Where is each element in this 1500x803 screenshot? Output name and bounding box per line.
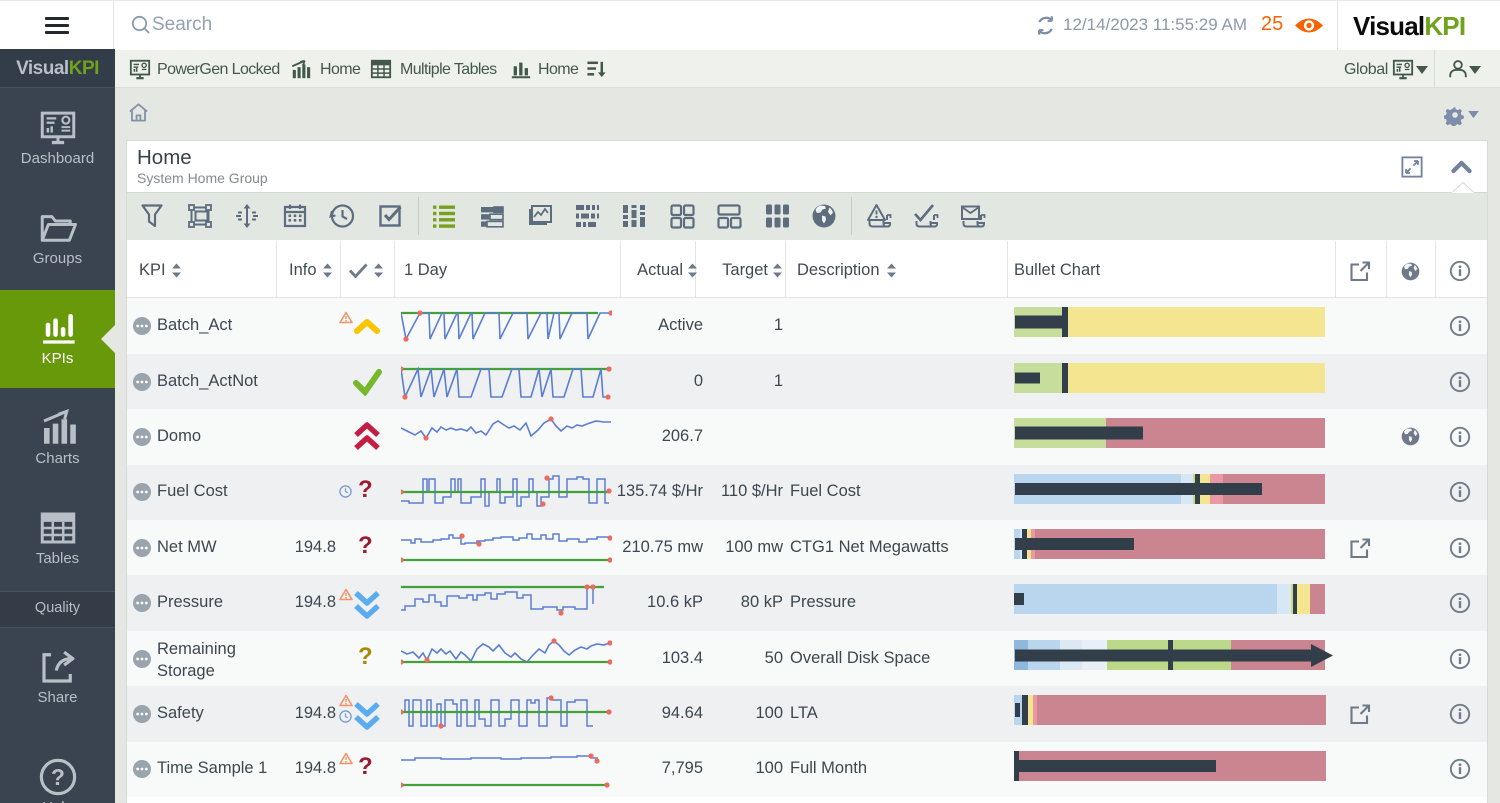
svg-text:?: ? (51, 764, 65, 790)
